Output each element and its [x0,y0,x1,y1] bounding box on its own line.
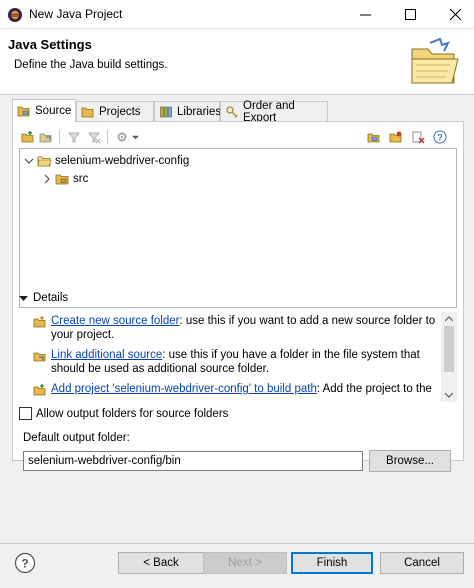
close-button[interactable] [438,0,472,29]
scroll-thumb[interactable] [444,326,454,372]
exclude-filter-icon [88,132,101,144]
tab-source[interactable]: Source [12,99,76,122]
wizard-header: Java Settings Define the Java build sett… [0,29,474,95]
triangle-down-icon [19,295,28,301]
remove-button[interactable] [409,128,427,146]
project-icon [81,107,94,117]
add-folder-icon [21,131,34,143]
details-toggle[interactable]: Details [19,292,68,304]
source-toolbar: ? [19,128,457,146]
allow-output-folders-label: Allow output folders for source folders [36,407,229,420]
inclusion-filter-button[interactable] [65,128,83,146]
link-source-button[interactable] [37,128,55,146]
detail-link-source: Link additional source: use this if you … [33,348,438,376]
finish-button[interactable]: Finish [291,552,373,574]
detail-text: Link additional source: use this if you … [51,348,438,376]
folder-link-icon [389,131,402,143]
back-button[interactable]: < Back [118,552,204,574]
close-icon [449,9,461,20]
svg-text:?: ? [21,557,28,571]
new-folder-icon [367,133,380,143]
detail-text: Create new source folder: use this if yo… [51,314,438,342]
page-title: Java Settings [8,37,92,52]
tab-projects-label: Projects [99,105,141,118]
eclipse-icon [8,8,22,22]
expanded-arrow-icon [24,158,34,164]
minimize-icon [359,14,371,16]
question-icon: ? [433,130,447,144]
allow-output-folders-option[interactable]: Allow output folders for source folders [19,407,228,420]
minimize-button[interactable] [348,0,382,29]
tab-projects[interactable]: Projects [76,101,154,121]
add-project-desc: : Add the project to the [316,383,432,395]
add-source-folder-button[interactable] [19,128,37,146]
svg-text:?: ? [437,133,443,143]
exclusion-filter-button[interactable] [85,128,103,146]
browse-button[interactable]: Browse... [369,450,451,472]
gear-icon [117,132,127,142]
project-folder-icon [37,156,52,167]
scroll-down-button[interactable] [441,388,457,402]
title-bar: New Java Project [0,0,474,29]
detail-add-project: Add project 'selenium-webdriver-config' … [33,382,438,397]
add-project-link[interactable]: Add project 'selenium-webdriver-config' … [51,383,317,395]
details-scrollbar[interactable] [441,312,457,402]
default-output-folder-label: Default output folder: [23,432,130,444]
detail-create-source-folder: Create new source folder: use this if yo… [33,314,438,342]
source-folder-name: src [73,173,89,185]
next-button[interactable]: Next > [203,552,287,574]
tree-row-project[interactable]: selenium-webdriver-config [24,152,189,170]
cancel-button[interactable]: Cancel [380,552,464,574]
toolbar-separator [107,130,108,144]
add-project-icon [33,384,46,396]
collapsed-arrow-icon [44,174,50,184]
project-name: selenium-webdriver-config [55,155,190,167]
help-toolbar-button[interactable]: ? [431,128,449,146]
tab-libraries[interactable]: Libraries [154,101,222,121]
chevron-down-icon [131,135,139,139]
configure-dropdown-button[interactable] [129,128,141,146]
source-tree[interactable]: selenium-webdriver-config src [19,148,457,308]
maximize-icon [404,9,416,20]
tab-libraries-label: Libraries [177,105,222,118]
footer-separator [0,543,474,544]
details-panel: Create new source folder: use this if yo… [33,312,457,402]
filter-icon [68,132,80,143]
default-output-folder-input[interactable] [23,451,363,471]
window-title: New Java Project [29,7,123,21]
folder-wizard-icon [411,37,459,84]
add-folder-link-button[interactable] [387,128,405,146]
library-icon [160,106,172,117]
details-label: Details [33,292,69,304]
chevron-up-icon [445,316,453,322]
detail-text: Add project 'selenium-webdriver-config' … [51,382,432,397]
link-folder-icon [39,133,52,143]
toolbar-separator [59,130,60,144]
linked-folder-icon [33,352,46,362]
new-source-folder-icon [33,316,46,328]
remove-icon [412,131,425,144]
source-folder-icon [17,106,30,117]
chevron-down-icon [445,392,453,398]
tab-source-label: Source [35,105,72,117]
page-description: Define the Java build settings. [14,59,168,71]
help-icon[interactable]: ? [14,552,36,574]
order-export-icon [226,105,238,117]
create-source-folder-link[interactable]: Create new source folder [51,315,179,327]
tab-order-export[interactable]: Order and Export [220,99,328,124]
scroll-up-button[interactable] [441,312,457,326]
allow-output-folders-checkbox[interactable] [19,407,32,420]
new-source-folder-button[interactable] [365,128,383,146]
link-additional-source-link[interactable]: Link additional source [51,349,162,361]
tree-row-src[interactable]: src [42,170,88,188]
maximize-button[interactable] [393,0,427,29]
source-tab-panel: ? selenium-webdriver-config src Details … [12,121,464,472]
source-package-icon [55,174,69,185]
tab-order-export-label: Order and Export [243,99,295,124]
